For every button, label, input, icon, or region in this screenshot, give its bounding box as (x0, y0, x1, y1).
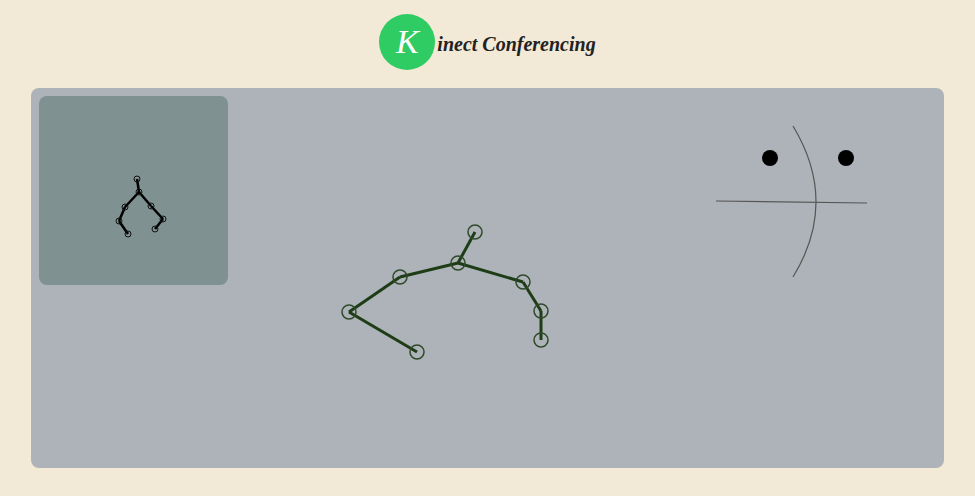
face-icon (711, 122, 871, 282)
app: Kinect Conferencing (0, 0, 975, 496)
app-title: inect Conferencing (437, 28, 595, 57)
logo-letter: K (396, 25, 419, 59)
logo: K (379, 14, 435, 70)
header: Kinect Conferencing (0, 0, 975, 88)
local-skeleton (39, 96, 228, 285)
local-video (39, 96, 228, 285)
video-stage (31, 88, 944, 468)
